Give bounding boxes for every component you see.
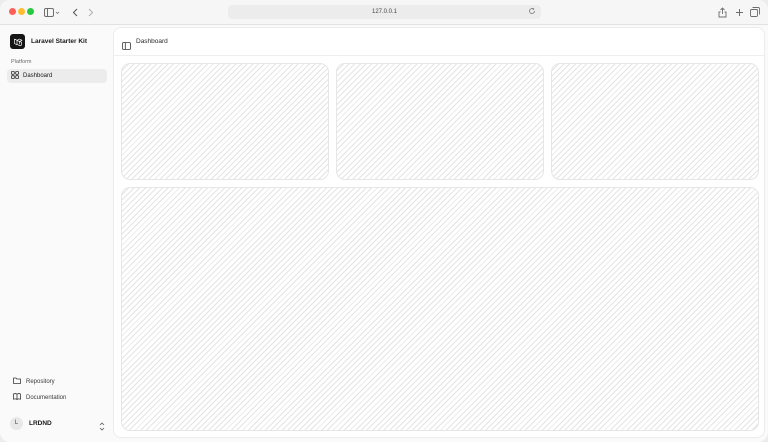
close-window-button[interactable] bbox=[9, 8, 16, 15]
documentation-link[interactable]: Documentation bbox=[13, 393, 66, 402]
app-sidebar: Laravel Starter Kit Platform Dashboard R… bbox=[0, 25, 113, 442]
laravel-logo-icon bbox=[10, 34, 25, 49]
grid-icon bbox=[11, 71, 19, 81]
placeholder-card-3 bbox=[551, 63, 759, 180]
section-label: Platform bbox=[11, 59, 32, 65]
chevron-right-icon[interactable] bbox=[86, 5, 96, 19]
sidebar-item-dashboard[interactable]: Dashboard bbox=[7, 69, 107, 83]
placeholder-card-2 bbox=[336, 63, 544, 180]
brand-name: Laravel Starter Kit bbox=[31, 38, 87, 45]
tabs-icon[interactable] bbox=[749, 5, 761, 19]
maximize-window-button[interactable] bbox=[27, 8, 34, 15]
browser-window: 127.0.0.1 Laravel Starter Kit Platform D… bbox=[0, 0, 768, 442]
user-menu[interactable]: L LRDND bbox=[10, 416, 105, 431]
main-content: Dashboard bbox=[113, 27, 765, 438]
plus-icon[interactable] bbox=[733, 5, 745, 19]
url-text: 127.0.0.1 bbox=[371, 9, 398, 15]
brand[interactable]: Laravel Starter Kit bbox=[10, 34, 87, 49]
avatar: L bbox=[10, 416, 23, 430]
sidebar-icon[interactable] bbox=[43, 5, 61, 19]
chevron-left-icon[interactable] bbox=[70, 5, 80, 19]
address-bar[interactable]: 127.0.0.1 bbox=[228, 5, 541, 19]
breadcrumb[interactable]: Dashboard bbox=[136, 38, 168, 45]
minimize-window-button[interactable] bbox=[18, 8, 25, 15]
sidebar-toggle-icon[interactable] bbox=[122, 37, 131, 55]
sidebar-item-label: Dashboard bbox=[23, 73, 53, 79]
user-name: LRDND bbox=[29, 419, 52, 427]
content-header: Dashboard bbox=[114, 28, 764, 56]
documentation-label: Documentation bbox=[26, 394, 67, 401]
placeholder-panel bbox=[121, 187, 759, 431]
placeholder-card-1 bbox=[121, 63, 329, 180]
chevrons-up-down-icon bbox=[99, 418, 105, 436]
book-icon bbox=[13, 393, 21, 402]
reload-icon[interactable] bbox=[528, 7, 536, 17]
folder-icon bbox=[13, 377, 21, 386]
repository-link[interactable]: Repository bbox=[13, 377, 55, 386]
browser-toolbar: 127.0.0.1 bbox=[0, 0, 768, 25]
repository-label: Repository bbox=[26, 378, 55, 385]
share-icon[interactable] bbox=[716, 5, 728, 19]
